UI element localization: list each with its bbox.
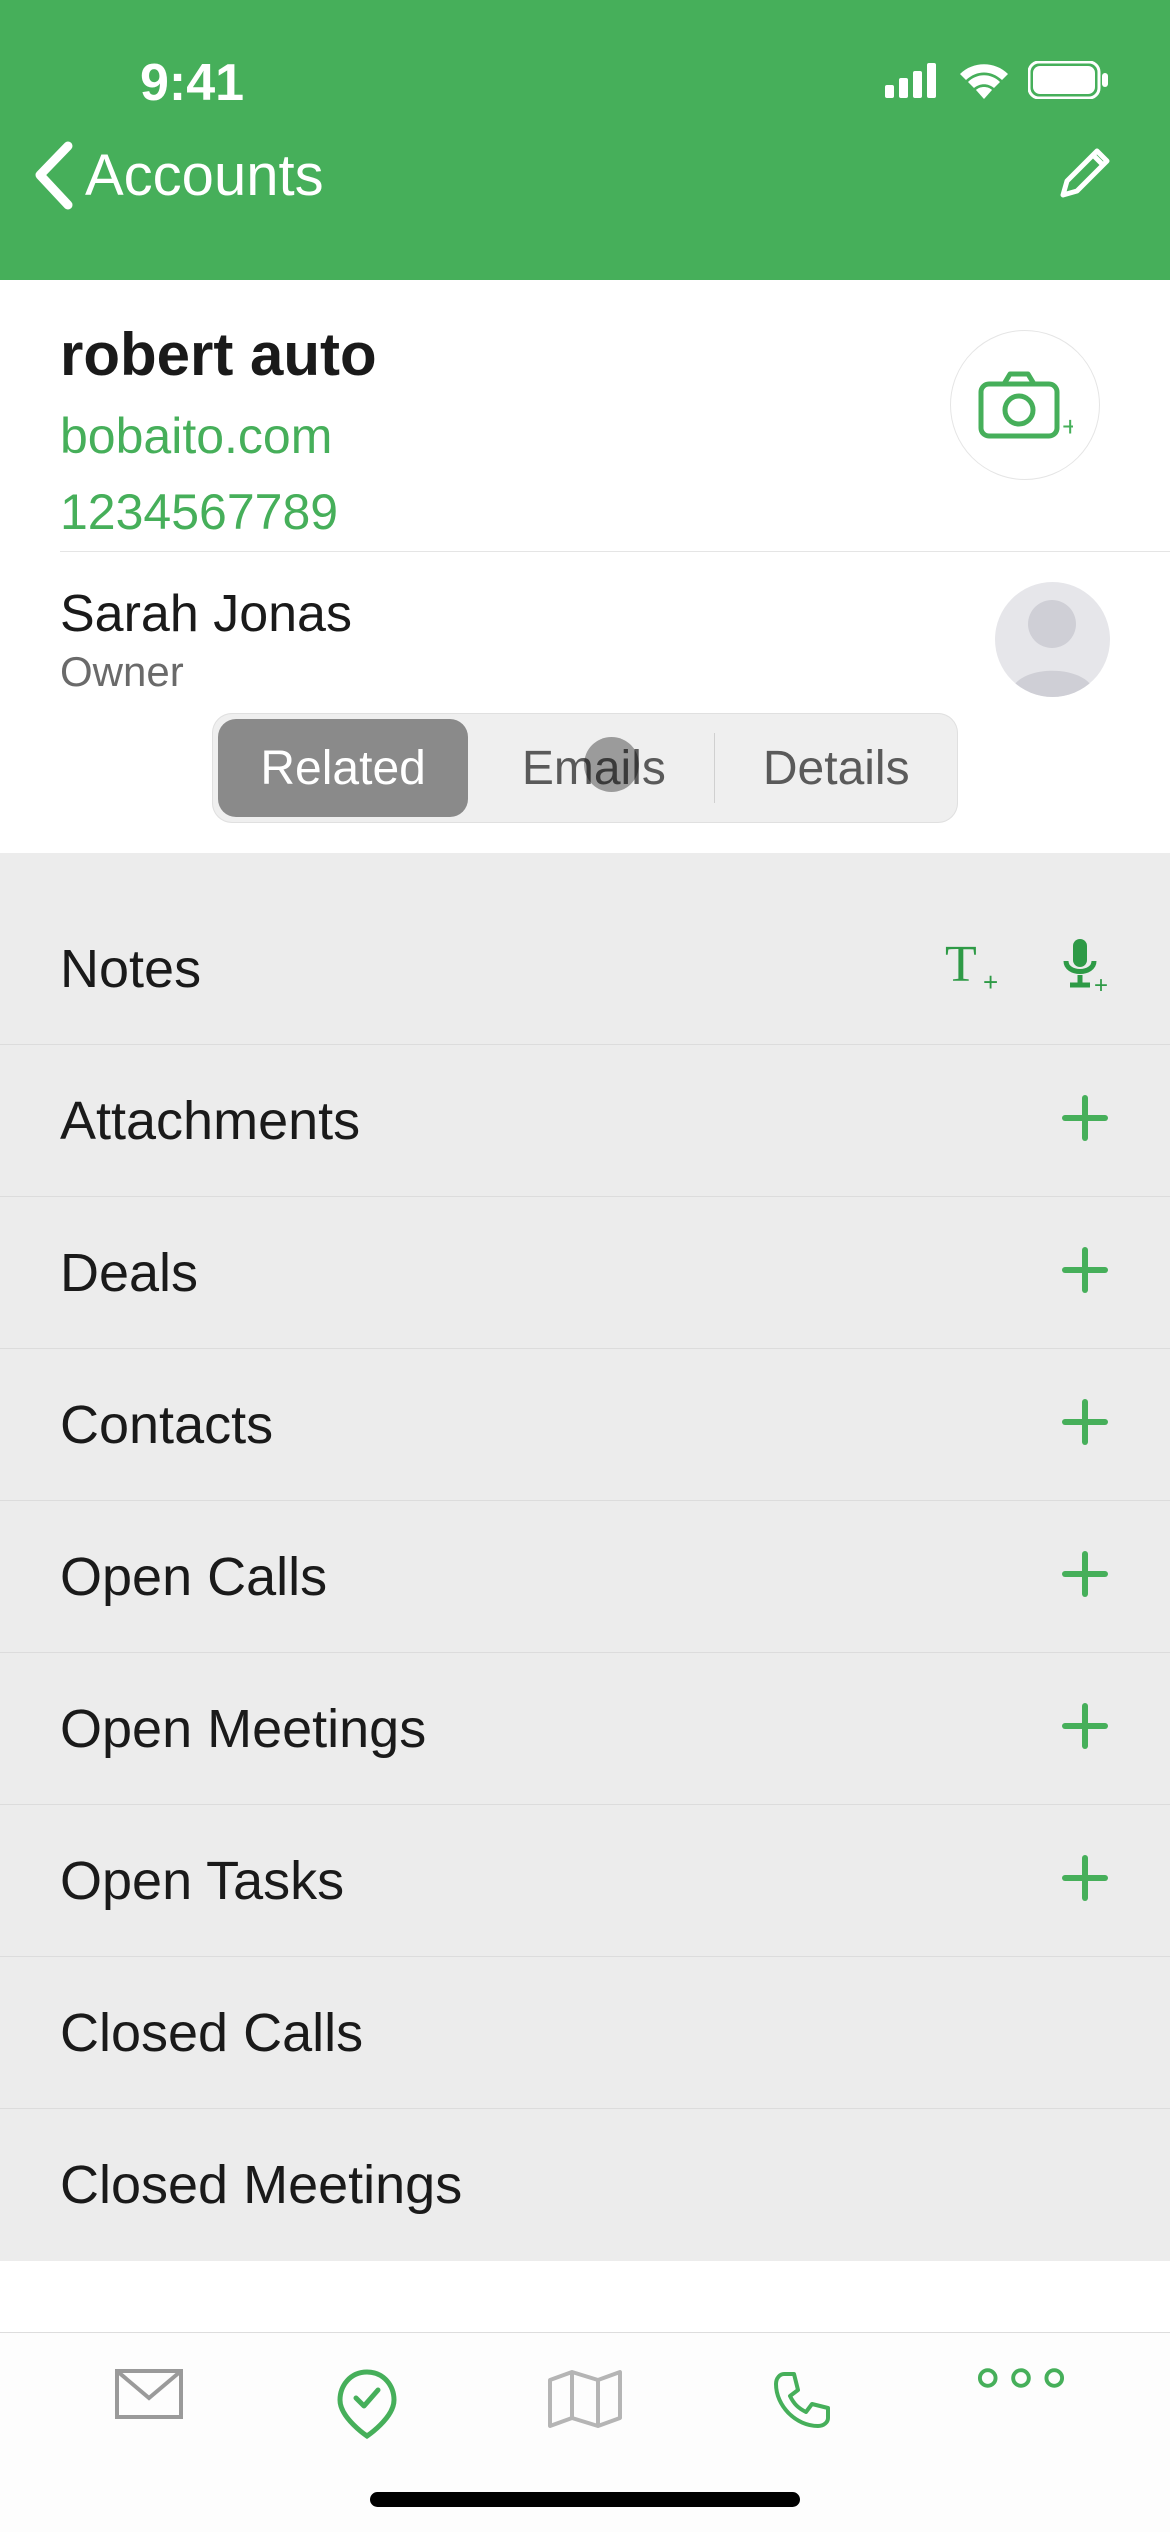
add-contact-button[interactable]: [1060, 1397, 1110, 1452]
add-meeting-button[interactable]: [1060, 1701, 1110, 1756]
add-deal-button[interactable]: [1060, 1245, 1110, 1300]
add-text-note-button[interactable]: T +: [945, 939, 1000, 999]
toolbar-map-button[interactable]: [540, 2368, 630, 2430]
row-label: Closed Calls: [60, 2002, 363, 2064]
plus-icon: [1060, 1549, 1110, 1599]
row-open-meetings[interactable]: Open Meetings: [0, 1653, 1170, 1805]
svg-text:+: +: [1062, 411, 1073, 440]
row-label: Notes: [60, 938, 201, 1000]
owner-role: Owner: [60, 648, 352, 696]
map-icon: [546, 2368, 624, 2430]
status-time: 9:41: [140, 53, 244, 113]
account-website[interactable]: bobaito.com: [60, 407, 377, 465]
plus-icon: [1060, 1245, 1110, 1295]
add-photo-button[interactable]: +: [950, 330, 1100, 480]
add-call-button[interactable]: [1060, 1549, 1110, 1604]
add-voice-note-button[interactable]: +: [1060, 937, 1110, 1000]
owner-text: Sarah Jonas Owner: [60, 584, 352, 696]
status-icons: [885, 61, 1110, 104]
plus-icon: [1060, 1853, 1110, 1903]
toolbar-checkin-button[interactable]: [322, 2368, 412, 2440]
row-open-calls[interactable]: Open Calls: [0, 1501, 1170, 1653]
row-deals[interactable]: Deals: [0, 1197, 1170, 1349]
account-header: robert auto bobaito.com 1234567789 +: [0, 280, 1170, 551]
plus-icon: [1060, 1701, 1110, 1751]
status-bar: 9:41: [0, 0, 1170, 110]
row-label: Open Meetings: [60, 1698, 426, 1760]
row-label: Open Calls: [60, 1546, 327, 1608]
header-bar: 9:41 Accounts: [0, 0, 1170, 280]
tab-emails[interactable]: Emails: [474, 713, 714, 823]
wifi-icon: [958, 61, 1010, 104]
row-closed-meetings[interactable]: Closed Meetings: [0, 2109, 1170, 2261]
row-contacts[interactable]: Contacts: [0, 1349, 1170, 1501]
tab-related[interactable]: Related: [218, 719, 467, 817]
row-label: Open Tasks: [60, 1850, 344, 1912]
home-indicator[interactable]: [370, 2492, 800, 2507]
toolbar-mail-button[interactable]: [104, 2368, 194, 2420]
account-name: robert auto: [60, 320, 377, 389]
person-icon: [995, 582, 1110, 697]
bottom-toolbar: [0, 2332, 1170, 2532]
mic-add-icon: +: [1060, 937, 1110, 995]
plus-icon: [1060, 1397, 1110, 1447]
toolbar-call-button[interactable]: [758, 2368, 848, 2430]
row-attachments[interactable]: Attachments: [0, 1045, 1170, 1197]
back-title: Accounts: [85, 142, 324, 209]
cellular-icon: [885, 63, 940, 103]
row-open-tasks[interactable]: Open Tasks: [0, 1805, 1170, 1957]
tab-details[interactable]: Details: [715, 713, 958, 823]
nav-bar: Accounts: [0, 110, 1170, 240]
account-phone[interactable]: 1234567789: [60, 483, 377, 541]
pencil-icon: [1055, 143, 1115, 203]
battery-icon: [1028, 61, 1110, 104]
owner-row[interactable]: Sarah Jonas Owner: [0, 552, 1170, 707]
row-closed-calls[interactable]: Closed Calls: [0, 1957, 1170, 2109]
plus-icon: [1060, 1093, 1110, 1143]
row-label: Attachments: [60, 1090, 360, 1152]
svg-text:T: T: [945, 939, 977, 993]
back-button[interactable]: Accounts: [30, 138, 324, 213]
account-info: robert auto bobaito.com 1234567789: [60, 320, 377, 541]
svg-text:+: +: [1094, 972, 1108, 995]
owner-name: Sarah Jonas: [60, 584, 352, 644]
add-task-button[interactable]: [1060, 1853, 1110, 1908]
more-icon: [976, 2368, 1066, 2388]
chevron-left-icon: [30, 138, 75, 213]
edit-button[interactable]: [1055, 143, 1115, 208]
add-attachment-button[interactable]: [1060, 1093, 1110, 1148]
row-label: Contacts: [60, 1394, 273, 1456]
related-list: Notes T + + Attachments: [0, 853, 1170, 2261]
location-check-icon: [336, 2368, 398, 2440]
row-notes[interactable]: Notes T + +: [0, 893, 1170, 1045]
toolbar-more-button[interactable]: [976, 2368, 1066, 2388]
phone-icon: [772, 2368, 834, 2430]
owner-avatar: [995, 582, 1110, 697]
text-add-icon: T +: [945, 939, 1000, 994]
row-label: Deals: [60, 1242, 198, 1304]
row-label: Closed Meetings: [60, 2154, 462, 2216]
camera-icon: +: [978, 370, 1073, 440]
mail-icon: [114, 2368, 184, 2420]
svg-text:+: +: [983, 967, 998, 994]
segmented-tabs: Related Emails Details: [0, 707, 1170, 853]
